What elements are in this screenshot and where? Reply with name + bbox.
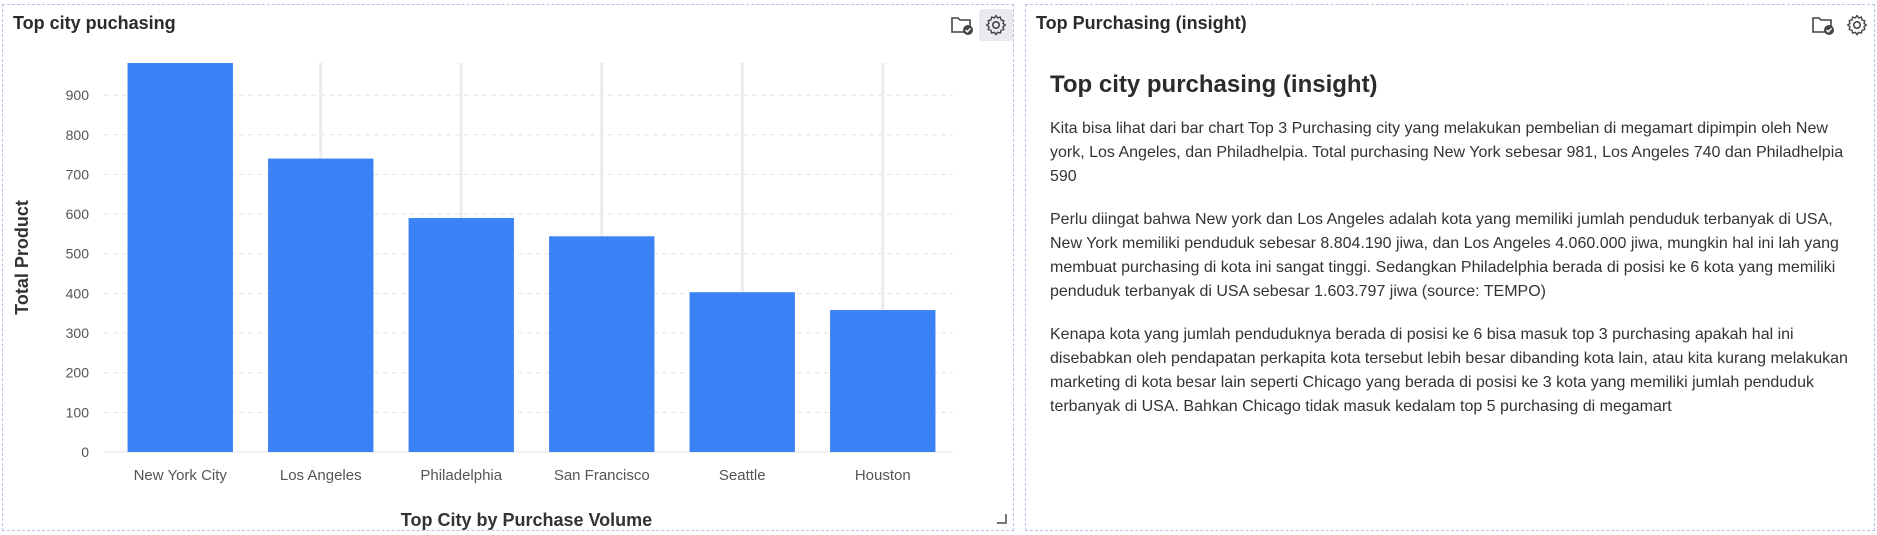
insight-paragraph: Perlu diingat bahwa New york dan Los Ang… xyxy=(1050,211,1839,300)
insight-paragraph: Kenapa kota yang jumlah penduduknya bera… xyxy=(1050,326,1848,415)
top-city-chart-panel: Top city puchasing 0 100 200 300 400 500 600 70… xyxy=(2,4,1014,531)
y-tick-label: 900 xyxy=(66,87,90,103)
bar xyxy=(689,292,795,452)
y-tick-label: 100 xyxy=(66,404,90,420)
gear-icon[interactable] xyxy=(1840,9,1874,41)
panel-toolbar xyxy=(1806,9,1874,41)
insight-paragraph: Kita bisa lihat dari bar chart Top 3 Pur… xyxy=(1050,120,1844,185)
y-tick-label: 400 xyxy=(66,285,90,301)
panel-title: Top Purchasing (insight) xyxy=(1036,13,1247,33)
y-tick-label: 500 xyxy=(66,246,90,262)
y-tick-label: 0 xyxy=(81,444,89,460)
bar xyxy=(268,158,374,452)
insight-panel: Top Purchasing (insight) Top city purcha… xyxy=(1025,4,1875,531)
insight-heading: Top city purchasing (insight) xyxy=(1050,71,1378,98)
x-axis-title: Top City by Purchase Volume xyxy=(401,510,652,530)
bar xyxy=(549,236,655,452)
resize-handle[interactable] xyxy=(997,514,1007,524)
x-tick-label: Philadelphia xyxy=(420,467,502,484)
x-tick-label: New York City xyxy=(134,467,228,484)
y-tick-label: 700 xyxy=(66,166,90,182)
bar-chart: 0 100 200 300 400 500 600 700 800 900 New York Cit… xyxy=(12,63,953,530)
bar xyxy=(830,310,936,452)
insight-text: Top city purchasing (insight) Kita bisa … xyxy=(1050,71,1854,438)
x-tick-label: Houston xyxy=(855,467,911,484)
y-tick-label: 300 xyxy=(66,325,90,341)
folder-check-icon[interactable] xyxy=(1806,9,1840,41)
y-tick-label: 800 xyxy=(66,127,90,143)
x-tick-label: Los Angeles xyxy=(280,467,362,484)
bar xyxy=(408,218,514,452)
bar xyxy=(127,63,233,452)
y-axis-title: Total Product xyxy=(12,200,32,315)
x-tick-label: San Francisco xyxy=(554,467,650,484)
x-tick-label: Seattle xyxy=(719,467,766,484)
y-tick-label: 200 xyxy=(66,365,90,381)
y-tick-label: 600 xyxy=(66,206,90,222)
